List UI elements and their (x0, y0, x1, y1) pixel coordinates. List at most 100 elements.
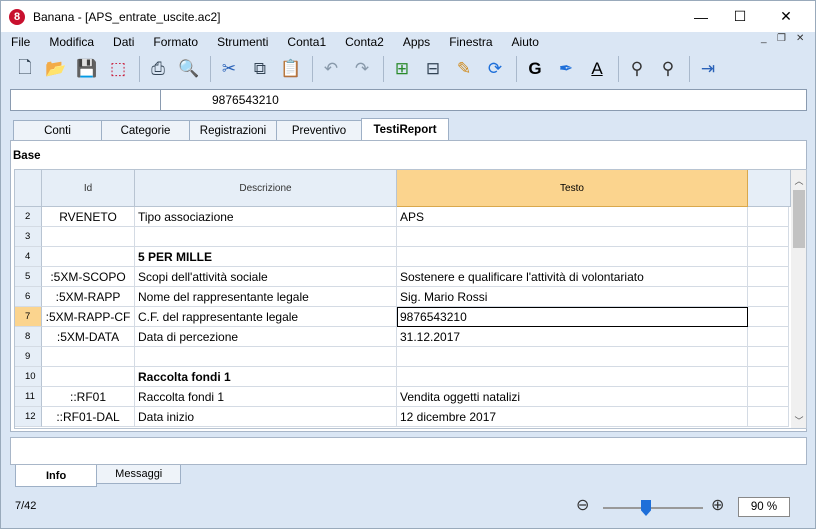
cell-testo[interactable] (397, 347, 748, 367)
cell-testo[interactable]: 12 dicembre 2017 (397, 407, 748, 427)
cell-descrizione[interactable]: Raccolta fondi 1 (135, 387, 397, 407)
delete-rows-icon[interactable]: ⊟ (419, 55, 447, 83)
cell-id[interactable]: RVENETO (42, 207, 135, 227)
tab-info[interactable]: Info (15, 465, 98, 487)
menu-conta1[interactable]: Conta1 (277, 35, 335, 49)
redo-icon[interactable]: ↷ (348, 55, 376, 83)
cell-descrizione[interactable] (135, 227, 397, 247)
cell-descrizione[interactable]: Data di percezione (135, 327, 397, 347)
vertical-scrollbar[interactable]: ︿ ﹀ (791, 170, 806, 428)
cell-testo[interactable] (397, 227, 748, 247)
table-row[interactable]: 10 Raccolta fondi 1 (15, 367, 789, 387)
cell-testo[interactable]: 31.12.2017 (397, 327, 748, 347)
tab-messaggi[interactable]: Messaggi (96, 465, 182, 484)
search-next-icon[interactable]: ⚲ (654, 55, 682, 83)
table-row[interactable]: 5:5XM-SCOPO Scopi dell'attività sociale So… (15, 267, 789, 287)
cell-descrizione[interactable]: 5 PER MILLE (135, 247, 397, 267)
cell-extra[interactable] (748, 407, 789, 427)
cell-extra[interactable] (748, 387, 789, 407)
cell-descrizione[interactable]: Nome del rappresentante legale (135, 287, 397, 307)
scroll-up-icon[interactable]: ︿ (791, 172, 806, 188)
table-row[interactable]: 6:5XM-RAPP Nome del rappresentante legale… (15, 287, 789, 307)
cell-descrizione[interactable]: Data inizio (135, 407, 397, 427)
tab-conti[interactable]: Conti (13, 120, 102, 140)
maximize-button[interactable]: ☐ (717, 1, 763, 32)
table-row[interactable]: 3 (15, 227, 789, 247)
zoom-out-icon[interactable]: ⊖ (576, 495, 589, 515)
print-icon[interactable]: ⎙ (144, 55, 172, 83)
paste-icon[interactable]: 📋 (277, 55, 305, 83)
cell-extra[interactable] (748, 307, 789, 327)
table-row[interactable]: 2 RVENETO Tipo associazione APS (15, 207, 789, 227)
cell-extra[interactable] (748, 267, 789, 287)
menu-dati[interactable]: Dati (103, 35, 143, 49)
menu-conta2[interactable]: Conta2 (335, 35, 393, 49)
cell-extra[interactable] (748, 327, 789, 347)
cell-id[interactable]: ::RF01-DAL (42, 407, 135, 427)
close-button[interactable]: ✕ (763, 1, 809, 32)
cell-id[interactable]: :5XM-DATA (42, 327, 135, 347)
menu-finestra[interactable]: Finestra (439, 35, 501, 49)
mdi-minimize-button[interactable]: _ (761, 33, 767, 44)
zoom-in-icon[interactable]: ⊕ (711, 495, 724, 515)
open-icon[interactable]: 📂 (42, 55, 70, 83)
cell-testo[interactable]: Sig. Mario Rossi (397, 287, 748, 307)
tab-testireport[interactable]: TestiReport (361, 118, 449, 140)
table-row[interactable]: 12::RF01-DAL Data inizio 12 dicembre 2017 (15, 407, 789, 427)
cell-id[interactable] (42, 227, 135, 247)
save-icon[interactable]: 💾 (73, 55, 101, 83)
scroll-down-icon[interactable]: ﹀ (791, 412, 806, 428)
cut-icon[interactable]: ✂ (215, 55, 243, 83)
cell-id[interactable] (42, 347, 135, 367)
recalculate-icon[interactable]: ⟳ (481, 55, 509, 83)
cell-extra[interactable] (748, 247, 789, 267)
table-row[interactable]: 11::RF01 Raccolta fondi 1 Vendita oggetti … (15, 387, 789, 407)
layout-icon[interactable]: ⇥ (694, 55, 722, 83)
cell-testo[interactable] (397, 367, 748, 387)
undo-icon[interactable]: ↶ (317, 55, 345, 83)
mdi-restore-button[interactable]: ❐ (777, 33, 786, 44)
cell-testo[interactable]: Sostenere e qualificare l'attività di vo… (397, 267, 748, 287)
tab-categorie[interactable]: Categorie (101, 120, 190, 140)
table-row[interactable]: 7:5XM-RAPP-CF C.F. del rappresentante leg… (15, 307, 789, 327)
table-row[interactable]: 8:5XM-DATA Data di percezione 31.12.2017 (15, 327, 789, 347)
table-row[interactable]: 4 5 PER MILLE (15, 247, 789, 267)
menu-apps[interactable]: Apps (393, 35, 439, 49)
menu-modifica[interactable]: Modifica (39, 35, 103, 49)
edit-icon[interactable]: ✎ (450, 55, 478, 83)
menu-aiuto[interactable]: Aiuto (502, 35, 548, 49)
cell-id[interactable]: :5XM-RAPP-CF (42, 307, 135, 327)
column-header-descrizione[interactable]: Descrizione (135, 170, 397, 207)
highlight-icon[interactable]: ✒ (552, 55, 580, 83)
pdf-icon[interactable]: ⬚ (104, 55, 132, 83)
cell-descrizione[interactable]: Raccolta fondi 1 (135, 367, 397, 387)
zoom-level-field[interactable]: 90 % (738, 497, 790, 517)
column-header-id[interactable]: Id (42, 170, 135, 207)
cell-extra[interactable] (748, 287, 789, 307)
cell-value-input[interactable]: 9876543210 (212, 93, 279, 107)
tab-registrazioni[interactable]: Registrazioni (189, 120, 277, 140)
search-icon[interactable]: ⚲ (623, 55, 651, 83)
zoom-slider-handle[interactable] (641, 500, 651, 516)
tab-preventivo[interactable]: Preventivo (276, 120, 362, 140)
cell-testo[interactable]: Vendita oggetti natalizi (397, 387, 748, 407)
cell-extra[interactable] (748, 207, 789, 227)
cell-reference-box[interactable] (11, 90, 161, 110)
zoom-slider[interactable] (603, 500, 703, 516)
table-row[interactable]: 9 (15, 347, 789, 367)
menu-formato[interactable]: Formato (143, 35, 207, 49)
add-rows-icon[interactable]: ⊞ (388, 55, 416, 83)
menu-strumenti[interactable]: Strumenti (207, 35, 277, 49)
cell-id[interactable]: ::RF01 (42, 387, 135, 407)
copy-icon[interactable]: ⧉ (246, 55, 274, 83)
cell-id[interactable]: :5XM-RAPP (42, 287, 135, 307)
cell-descrizione[interactable] (135, 347, 397, 367)
cell-extra[interactable] (748, 347, 789, 367)
cell-testo[interactable]: APS (397, 207, 748, 227)
menu-file[interactable]: File (1, 35, 39, 49)
cell-id[interactable] (42, 247, 135, 267)
mdi-close-button[interactable]: ✕ (796, 33, 804, 44)
cell-testo[interactable] (397, 247, 748, 267)
bold-icon[interactable]: G (521, 55, 549, 83)
cell-extra[interactable] (748, 227, 789, 247)
